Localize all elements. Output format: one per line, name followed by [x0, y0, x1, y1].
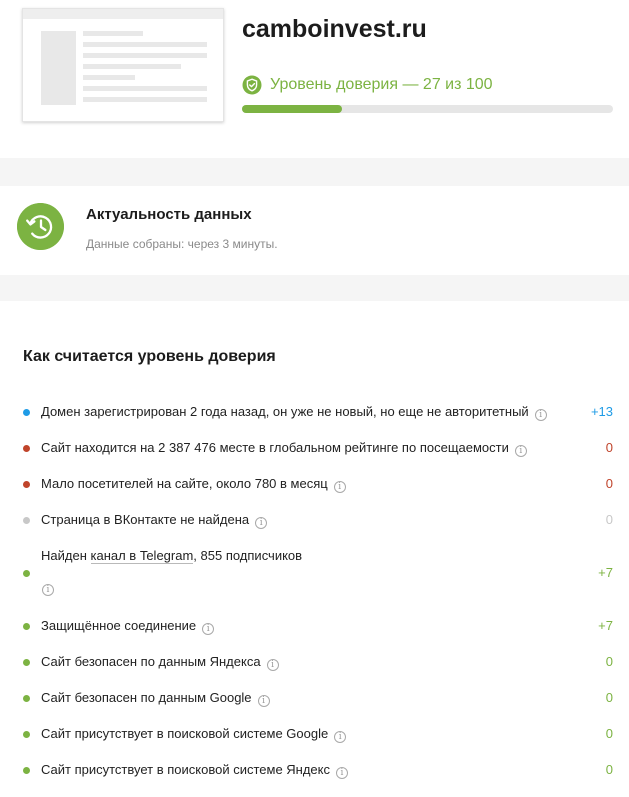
freshness-title: Актуальность данных	[86, 206, 252, 223]
site-domain-title: camboinvest.ru	[242, 15, 427, 43]
thumbnail-line	[83, 86, 207, 91]
info-icon[interactable]: i	[42, 584, 54, 596]
section-divider	[0, 275, 629, 301]
rating-item-score: +13	[590, 404, 613, 419]
section-divider	[0, 158, 629, 186]
thumbnail-line	[83, 64, 181, 69]
rating-item-text: Страница в ВКонтакте не найдена	[41, 512, 250, 527]
info-icon[interactable]: i	[334, 731, 347, 743]
rating-item-text: Найден	[41, 548, 91, 563]
shield-check-icon	[242, 75, 262, 95]
rating-item-text: Защищённое соединение	[41, 618, 197, 633]
trust-level: Уровень доверия — 27 из 100	[242, 75, 493, 95]
trust-calculation-title: Как считается уровень доверия	[23, 348, 276, 365]
rating-item-score: +7	[598, 618, 613, 633]
thumbnail-topbar	[23, 9, 223, 19]
status-dot	[23, 695, 30, 702]
rating-item-text: Сайт находится на 2 387 476 месте в глоб…	[41, 440, 509, 455]
info-icon[interactable]: i	[333, 481, 346, 493]
rating-item-score: 0	[605, 762, 613, 777]
status-dot	[23, 517, 30, 524]
trust-progress-fill	[242, 105, 343, 113]
rating-item-text: Домен зарегистрирован 2 года назад, он у…	[41, 404, 529, 419]
status-dot	[23, 409, 30, 416]
rating-item: Найден канал в Telegram, 855 подписчиков…	[0, 548, 629, 602]
rating-item-text: Сайт присутствует в поисковой системе Go…	[41, 726, 329, 741]
status-dot	[23, 731, 30, 738]
thumbnail-line	[83, 31, 143, 36]
rating-item-score: 0	[605, 726, 613, 741]
info-icon[interactable]: i	[202, 623, 215, 635]
rating-item-text-tail: , 855 подписчиков	[193, 548, 303, 563]
info-icon[interactable]: i	[255, 517, 268, 529]
rating-item-text: Сайт безопасен по данным Google	[41, 690, 252, 705]
rating-item-score: 0	[605, 440, 613, 455]
site-header: camboinvest.ru Уровень доверия — 27 из 1…	[0, 0, 629, 158]
telegram-channel-link[interactable]: канал в Telegram	[90, 548, 194, 564]
thumbnail-line	[83, 42, 207, 47]
rating-item-score: +7	[598, 565, 613, 580]
thumbnail-line	[83, 75, 135, 80]
rating-item-text: Сайт присутствует в поисковой системе Ян…	[41, 762, 330, 777]
info-icon[interactable]: i	[534, 409, 547, 421]
status-dot	[23, 481, 30, 488]
site-screenshot-thumbnail[interactable]	[22, 8, 224, 122]
info-icon[interactable]: i	[266, 659, 279, 671]
status-dot	[23, 659, 30, 666]
rating-item-text: Мало посетителей на сайте, около 780 в м…	[41, 476, 328, 491]
status-dot	[23, 623, 30, 630]
rating-item-score: 0	[605, 654, 613, 669]
info-icon[interactable]: i	[514, 445, 527, 457]
rating-item-text: Сайт безопасен по данным Яндекса	[41, 654, 261, 669]
info-icon[interactable]: i	[257, 695, 270, 707]
trust-level-label: Уровень доверия — 27 из 100	[270, 76, 493, 93]
thumbnail-line	[83, 53, 207, 58]
rating-item-score: 0	[605, 512, 613, 527]
status-dot	[23, 570, 30, 577]
thumbnail-sidebar	[41, 31, 76, 105]
info-icon[interactable]: i	[336, 767, 348, 779]
rating-item-score: 0	[605, 690, 613, 705]
freshness-subtitle: Данные собраны: через 3 минуты.	[86, 237, 278, 251]
status-dot	[23, 767, 30, 774]
thumbnail-line	[83, 97, 207, 102]
status-dot	[23, 445, 30, 452]
history-icon	[17, 203, 64, 250]
rating-item-score: 0	[605, 476, 613, 491]
trust-progress-bar	[242, 105, 613, 113]
